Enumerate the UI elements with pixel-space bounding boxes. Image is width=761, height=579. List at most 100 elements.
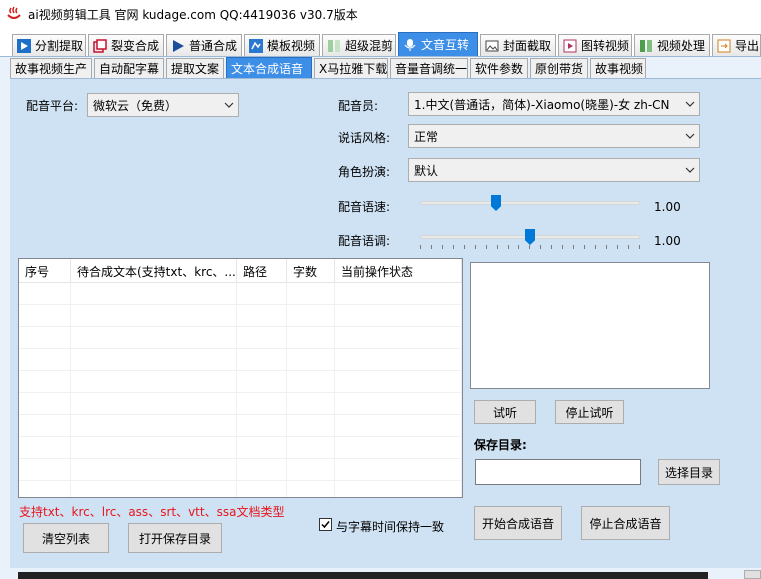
table-row	[19, 415, 462, 437]
platform-select[interactable]: 微软云（免费）	[87, 93, 239, 117]
subtab-volume-pitch-unify[interactable]: 音量音调统一	[390, 58, 468, 78]
preview-text-area[interactable]	[470, 262, 710, 389]
table-row	[19, 393, 462, 415]
tab-image-to-video[interactable]: 图转视频	[558, 34, 632, 56]
voice-select-value: 1.中文(普通话，简体)-Xiaomo(晓墨)-女 zh-CN	[414, 97, 670, 112]
preview-button[interactable]: 试听	[474, 400, 536, 424]
tab-label: 分割提取	[35, 39, 84, 53]
subtab-auto-subtitles[interactable]: 自动配字幕	[94, 58, 164, 78]
image-video-icon	[563, 39, 577, 52]
tab-label: 模板视频	[267, 39, 316, 53]
app-logo-icon	[7, 6, 21, 19]
role-play-value: 默认	[414, 163, 439, 178]
sync-subtitle-checkbox[interactable]	[319, 518, 332, 531]
checkmark-icon	[321, 521, 330, 529]
speaking-style-select[interactable]: 正常	[408, 124, 700, 148]
main-tab-bar: 分割提取 裂变合成 普通合成 模板视频 超级混剪 文音互转 封面截取 图转视频 …	[0, 32, 761, 56]
choose-dir-button[interactable]: 选择目录	[658, 459, 720, 485]
tab-text-audio-convert[interactable]: 文音互转	[398, 32, 478, 56]
subtab-ximalaya-download[interactable]: X马拉雅下载	[314, 58, 388, 78]
start-synthesis-button[interactable]: 开始合成语音	[474, 506, 562, 540]
stop-preview-button[interactable]: 停止试听	[555, 400, 624, 424]
table-row	[19, 481, 462, 497]
column-header-path[interactable]: 路径	[237, 259, 287, 282]
voice-label: 配音员:	[338, 99, 379, 113]
tab-label: 图转视频	[581, 39, 630, 53]
pitch-slider[interactable]	[420, 228, 640, 250]
clear-list-button[interactable]: 清空列表	[23, 523, 109, 553]
image-icon	[485, 40, 499, 51]
chevron-down-icon	[681, 93, 699, 115]
subtab-story-video[interactable]: 故事视频	[590, 58, 646, 78]
tab-label: 导出	[735, 39, 760, 53]
platform-select-value: 微软云（免费）	[93, 98, 178, 113]
tab-export[interactable]: 导出	[712, 34, 761, 56]
stop-synthesis-button[interactable]: 停止合成语音	[581, 506, 670, 540]
tab-super-mix[interactable]: 超级混剪	[322, 34, 396, 56]
text-file-table[interactable]: 序号 待合成文本(支持txt、krc、... 路径 字数 当前操作状态	[18, 258, 463, 498]
microphone-icon	[404, 38, 416, 51]
tab-label: 视频处理	[657, 39, 706, 53]
table-row	[19, 371, 462, 393]
voice-select[interactable]: 1.中文(普通话，简体)-Xiaomo(晓墨)-女 zh-CN	[408, 92, 700, 116]
tab-label: 裂变合成	[111, 39, 160, 53]
status-bar	[18, 572, 708, 579]
tab-cover-capture[interactable]: 封面截取	[480, 34, 556, 56]
pitch-label: 配音语调:	[338, 234, 391, 248]
role-play-select[interactable]: 默认	[408, 158, 700, 182]
table-row	[19, 349, 462, 371]
table-row	[19, 437, 462, 459]
chevron-down-icon	[220, 94, 238, 116]
table-row	[19, 305, 462, 327]
tab-split-extract[interactable]: 分割提取	[12, 34, 86, 56]
play-arrow-icon	[173, 39, 184, 52]
column-header-index[interactable]: 序号	[19, 259, 71, 282]
window-title: ai视频剪辑工具 官网 kudage.com QQ:4419036 v30.7版…	[28, 7, 358, 22]
slider-track	[420, 201, 640, 205]
chevron-down-icon	[681, 125, 699, 147]
slider-thumb[interactable]	[525, 229, 535, 245]
speaking-style-value: 正常	[414, 129, 439, 144]
copy-icon	[93, 38, 107, 53]
template-icon	[249, 38, 263, 53]
column-header-text[interactable]: 待合成文本(支持txt、krc、...	[71, 259, 237, 282]
tab-video-processing[interactable]: 视频处理	[634, 34, 710, 56]
subtab-story-video-production[interactable]: 故事视频生产	[10, 58, 92, 78]
supported-formats-note: 支持txt、krc、lrc、ass、srt、vtt、ssa文档类型	[19, 505, 285, 519]
tab-normal-merge[interactable]: 普通合成	[166, 34, 242, 56]
speed-slider[interactable]	[420, 194, 640, 216]
save-dir-label: 保存目录:	[474, 438, 527, 452]
table-row	[19, 459, 462, 481]
speed-label: 配音语速:	[338, 200, 391, 214]
open-save-dir-button[interactable]: 打开保存目录	[128, 523, 222, 553]
sync-subtitle-label[interactable]: 与字幕时间保持一致	[336, 518, 444, 535]
grid-icon	[328, 39, 340, 52]
slider-thumb[interactable]	[491, 195, 501, 211]
save-dir-input[interactable]	[475, 459, 641, 485]
table-row	[19, 283, 462, 305]
speaking-style-label: 说话风格:	[338, 131, 391, 145]
table-row	[19, 327, 462, 349]
pitch-value: 1.00	[654, 234, 681, 248]
slider-ticks	[420, 245, 640, 249]
subtab-extract-copy[interactable]: 提取文案	[166, 58, 224, 78]
table-header: 序号 待合成文本(支持txt、krc、... 路径 字数 当前操作状态	[19, 259, 462, 283]
subtab-text-to-speech[interactable]: 文本合成语音	[226, 57, 312, 78]
platform-label: 配音平台:	[26, 99, 79, 113]
tab-fission-merge[interactable]: 裂变合成	[88, 34, 164, 56]
scrollbar-corner	[744, 570, 761, 579]
tab-label: 超级混剪	[345, 39, 394, 53]
subtab-software-params[interactable]: 软件参数	[470, 58, 528, 78]
column-header-status[interactable]: 当前操作状态	[335, 259, 462, 282]
column-header-word-count[interactable]: 字数	[287, 259, 335, 282]
tab-label: 文音互转	[421, 38, 470, 52]
speed-value: 1.00	[654, 200, 681, 214]
tab-template-video[interactable]: 模板视频	[244, 34, 320, 56]
title-bar: ai视频剪辑工具 官网 kudage.com QQ:4419036 v30.7版…	[0, 0, 761, 28]
chevron-down-icon	[681, 159, 699, 181]
role-play-label: 角色扮演:	[338, 165, 391, 179]
tab-label: 封面截取	[503, 39, 552, 53]
export-icon	[717, 39, 731, 52]
filmstrip-icon	[640, 39, 652, 52]
subtab-original-selling[interactable]: 原创带货	[530, 58, 588, 78]
